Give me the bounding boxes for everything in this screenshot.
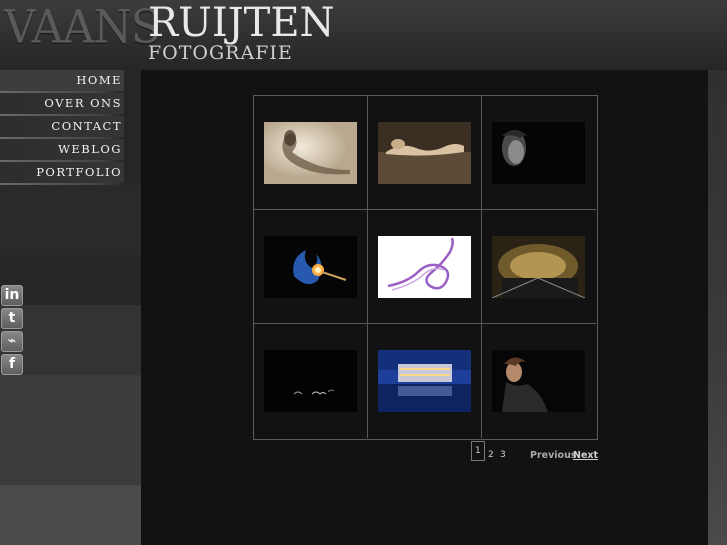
thumbnail-purple-smoke[interactable]	[378, 236, 471, 298]
facebook-icon[interactable]: f	[1, 354, 23, 375]
thumbnail-night-city[interactable]	[378, 350, 471, 412]
logo-ruijten[interactable]: RUIJTEN	[148, 0, 335, 46]
page-1-label: 1	[471, 441, 485, 461]
nav-item-weblog[interactable]: WEBLOG	[0, 139, 124, 162]
nav-item-portfolio[interactable]: PORTFOLIO	[0, 162, 124, 185]
rss-glyph: ⌁	[7, 333, 17, 349]
logo-vaans[interactable]: VAANS	[4, 1, 161, 55]
gallery-cell	[254, 324, 368, 438]
nav-item-over-ons[interactable]: OVER ONS	[0, 93, 124, 116]
previous-link[interactable]: Previous	[530, 450, 576, 461]
right-edge	[708, 70, 727, 545]
main-navigation: HOME OVER ONS CONTACT WEBLOG PORTFOLIO	[0, 70, 124, 185]
rss-icon[interactable]: ⌁	[1, 331, 23, 352]
gallery-cell	[368, 96, 482, 210]
gallery-cell	[482, 210, 596, 324]
page-1[interactable]: 1	[471, 441, 485, 461]
twitter-icon[interactable]: t	[1, 308, 23, 329]
gallery-cell	[482, 324, 596, 438]
thumbnail-curly-haired-man[interactable]	[492, 122, 585, 184]
facebook-glyph: f	[8, 356, 16, 372]
linkedin-glyph: in	[4, 287, 20, 303]
thumbnail-dark-abstract[interactable]	[264, 350, 357, 412]
thumbnail-sepia-reclining-woman[interactable]	[264, 122, 357, 184]
gallery-cell	[254, 96, 368, 210]
nav-item-home[interactable]: HOME	[0, 70, 124, 93]
thumbnail-sepia-woman-on-water[interactable]	[378, 122, 471, 184]
next-link[interactable]: Next	[573, 450, 598, 461]
page-3[interactable]: 3	[500, 450, 506, 460]
header: VAANS RUIJTEN FOTOGRAFIE	[0, 0, 727, 70]
page-2[interactable]: 2	[488, 450, 494, 460]
gallery-cell	[368, 324, 482, 438]
twitter-glyph: t	[8, 310, 16, 326]
nav-item-contact[interactable]: CONTACT	[0, 116, 124, 139]
gallery-cell	[254, 210, 368, 324]
thumbnail-burning-match[interactable]	[264, 236, 357, 298]
linkedin-icon[interactable]: in	[1, 285, 23, 306]
logo-subtitle: FOTOGRAFIE	[148, 42, 293, 64]
thumbnail-metro-tunnel[interactable]	[492, 236, 585, 298]
thumbnail-woman-portrait[interactable]	[492, 350, 585, 412]
content-panel: 1 2 3 Previous Next	[141, 70, 708, 545]
gallery-cell	[368, 210, 482, 324]
gallery-cell	[482, 96, 596, 210]
gallery-grid	[253, 95, 598, 440]
